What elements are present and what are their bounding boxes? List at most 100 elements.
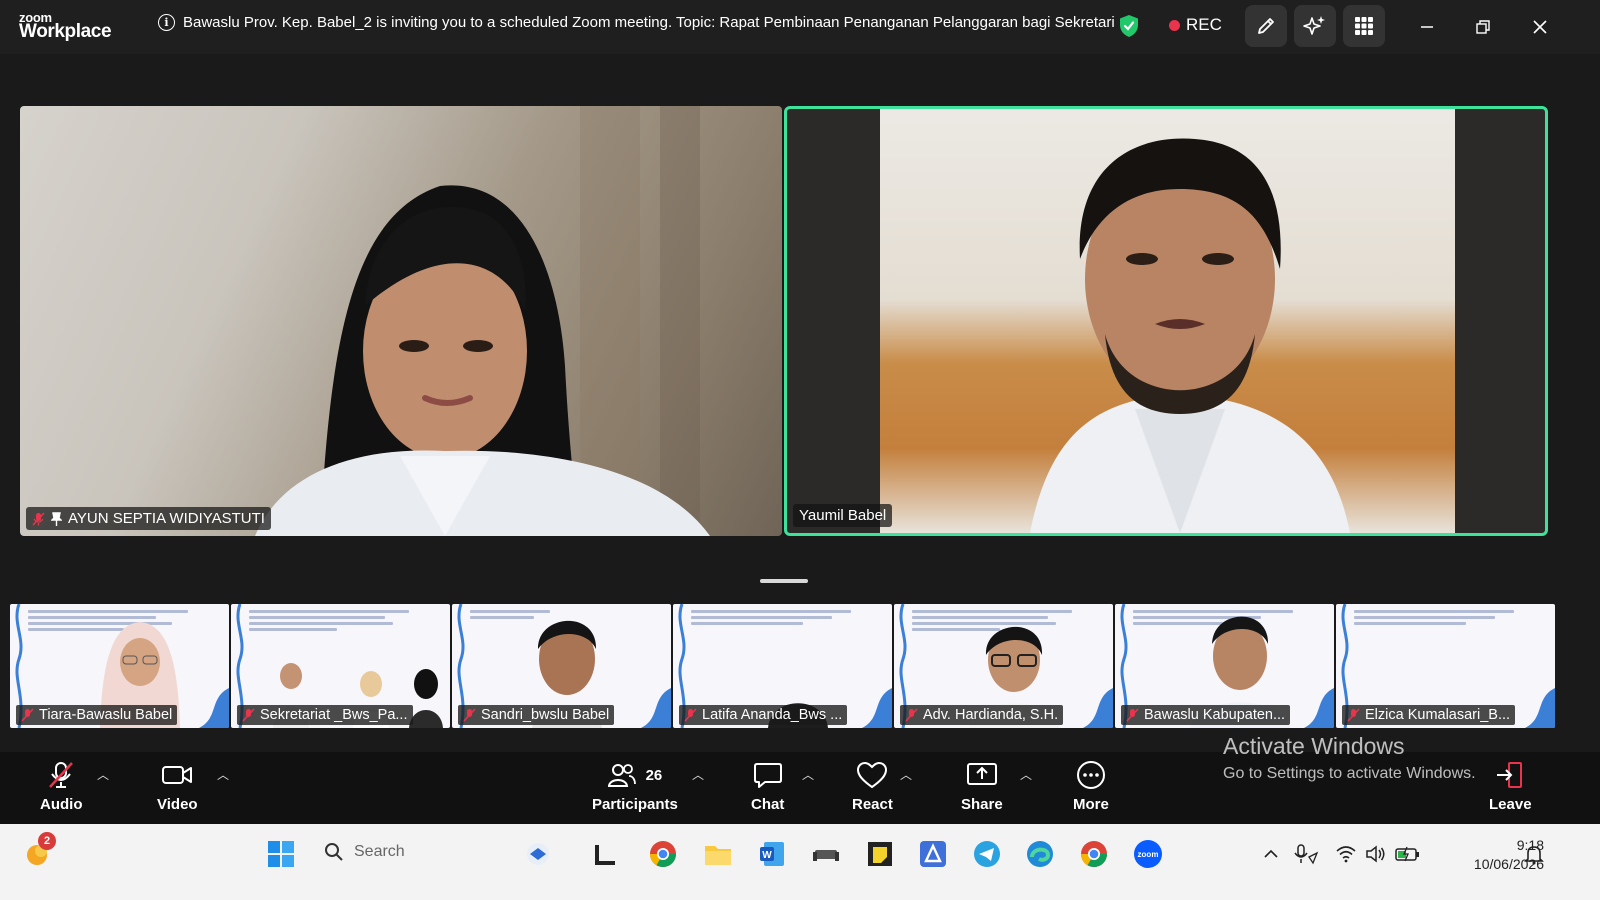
- muted-mic-icon: [905, 708, 918, 722]
- notification-center-button[interactable]: [1518, 838, 1550, 870]
- thumbnail-name: Sandri_bwslu Babel: [481, 707, 610, 723]
- thumbnail-name-tag: Sandri_bwslu Babel: [458, 705, 615, 725]
- taskbar-app-zoom[interactable]: zoom: [1132, 838, 1164, 870]
- video-options-chevron-up-icon[interactable]: ︿: [217, 766, 229, 783]
- telegram-icon: [974, 841, 1000, 867]
- task-view-icon: [595, 845, 615, 865]
- thumbnail-name-tag: Bawaslu Kabupaten...: [1121, 705, 1291, 725]
- sticky-note-icon: [868, 842, 892, 866]
- encryption-shield-icon[interactable]: [1118, 14, 1140, 38]
- taskbar-app-sticky-notes[interactable]: [864, 838, 896, 870]
- watermark-title: Activate Windows: [1223, 733, 1405, 759]
- taskbar-app-editor[interactable]: [917, 838, 949, 870]
- participant-thumbnail[interactable]: Adv. Hardianda, S.H.: [894, 604, 1113, 728]
- participant-thumbnail[interactable]: Sekretariat _Bws_Pa...: [231, 604, 450, 728]
- thumbnail-name-tag: Latifa Ananda_Bws ...: [679, 705, 848, 725]
- recording-indicator[interactable]: REC: [1169, 15, 1222, 35]
- muted-mic-icon: [684, 708, 697, 722]
- mic-in-use-indicator[interactable]: [1290, 838, 1322, 870]
- audio-label: Audio: [40, 796, 83, 813]
- chrome-icon: [1080, 841, 1108, 868]
- more-button[interactable]: More: [1073, 760, 1109, 813]
- slide-wave-decoration: [1304, 688, 1334, 728]
- react-options-chevron-up-icon[interactable]: ︿: [900, 766, 912, 783]
- leave-button[interactable]: Leave: [1489, 760, 1532, 813]
- gallery-resize-handle[interactable]: [760, 579, 808, 583]
- thumbnail-name-tag: Tiara-Bawaslu Babel: [16, 705, 178, 725]
- slide-wave-decoration: [1525, 688, 1555, 728]
- wifi-status[interactable]: [1330, 838, 1362, 870]
- thumbnail-name-tag: Adv. Hardianda, S.H.: [900, 705, 1064, 725]
- thumbnail-name-tag: Sekretariat _Bws_Pa...: [237, 705, 413, 725]
- ai-companion-button[interactable]: [1294, 5, 1336, 47]
- info-icon: i: [158, 14, 175, 31]
- taskbar-app-chrome[interactable]: [647, 838, 679, 870]
- annotate-button[interactable]: [1245, 5, 1287, 47]
- minimize-button[interactable]: [1414, 14, 1440, 40]
- meeting-stage: AYUN SEPTIA WIDIYASTUTI Yaumil Babel Tia…: [0, 54, 1600, 752]
- slide-background: [249, 610, 409, 634]
- video-tile-speaker-2-active[interactable]: Yaumil Babel: [784, 106, 1548, 536]
- microphone-icon: [1294, 844, 1319, 865]
- taskbar-app-file-explorer[interactable]: [702, 838, 734, 870]
- participant-thumbnail[interactable]: Tiara-Bawaslu Babel: [10, 604, 229, 728]
- participant-thumbnail[interactable]: Sandri_bwslu Babel: [452, 604, 671, 728]
- participant-thumbnail[interactable]: Latifa Ananda_Bws ...: [673, 604, 892, 728]
- notification-bell-icon: [1524, 846, 1544, 865]
- close-icon: [1533, 20, 1547, 34]
- speaker-name: AYUN SEPTIA WIDIYASTUTI: [68, 510, 265, 527]
- chat-options-chevron-up-icon[interactable]: ︿: [802, 766, 814, 783]
- video-camera-icon: [162, 766, 193, 784]
- taskbar-app-couch[interactable]: [810, 838, 842, 870]
- logo-big-text: Workplace: [19, 21, 112, 42]
- participants-button[interactable]: 26 Participants: [592, 760, 678, 813]
- restore-button[interactable]: [1470, 14, 1496, 40]
- folder-icon: [705, 846, 731, 865]
- rec-dot-icon: [1169, 19, 1180, 31]
- watermark-subtitle: Go to Settings to activate Windows.: [1223, 765, 1476, 782]
- react-button[interactable]: React: [852, 760, 893, 813]
- react-label: React: [852, 796, 893, 813]
- share-options-chevron-up-icon[interactable]: ︿: [1020, 766, 1032, 783]
- leave-door-icon: [1497, 762, 1523, 788]
- slide-wave-decoration: [1083, 688, 1113, 728]
- slide-background: [691, 610, 851, 628]
- participant-thumbnail[interactable]: Bawaslu Kabupaten...: [1115, 604, 1334, 728]
- apps-button[interactable]: [1343, 5, 1385, 47]
- chat-bubble-icon: [753, 763, 782, 788]
- taskbar-app-chrome-profile[interactable]: [1078, 838, 1110, 870]
- pin-icon: [51, 511, 62, 526]
- taskbar-app-word[interactable]: W: [756, 838, 788, 870]
- taskbar-search[interactable]: Search: [324, 842, 405, 862]
- volume-status[interactable]: [1360, 838, 1392, 870]
- participant-thumbnail-strip: Tiara-Bawaslu Babel Sekretariat _Bws_Pa.…: [10, 604, 1558, 728]
- video-tile-speaker-1[interactable]: AYUN SEPTIA WIDIYASTUTI: [20, 106, 782, 536]
- taskbar-app-file-browser[interactable]: [590, 838, 622, 870]
- participant-thumbnail[interactable]: Elzica Kumalasari_B...: [1336, 604, 1555, 728]
- battery-status[interactable]: [1392, 838, 1424, 870]
- taskbar-app-copilot[interactable]: [522, 838, 554, 870]
- participants-options-chevron-up-icon[interactable]: ︿: [692, 766, 704, 783]
- windows-taskbar: 2 Search W zoom 9:18 10/06/2026: [0, 824, 1600, 900]
- zoom-workplace-logo: zoom Workplace: [19, 11, 112, 42]
- start-button[interactable]: [265, 838, 297, 870]
- taskbar-app-telegram[interactable]: [971, 838, 1003, 870]
- share-button[interactable]: Share: [961, 760, 1003, 813]
- chat-button[interactable]: Chat: [751, 760, 784, 813]
- close-button[interactable]: [1527, 14, 1553, 40]
- slide-wave-decoration: [862, 688, 892, 728]
- slide-wave-decoration: [199, 688, 229, 728]
- chevron-up-icon: [1264, 849, 1278, 858]
- windows-activation-watermark: Activate Windows Go to Settings to activ…: [1223, 733, 1476, 783]
- thumbnail-name: Adv. Hardianda, S.H.: [923, 707, 1059, 723]
- windows-logo-icon: [268, 841, 294, 867]
- thumbnail-name: Tiara-Bawaslu Babel: [39, 707, 173, 723]
- audio-button[interactable]: Audio: [40, 760, 83, 813]
- edge-icon: [1027, 841, 1053, 867]
- video-button[interactable]: Video: [157, 760, 198, 813]
- show-hidden-icons-button[interactable]: [1255, 838, 1287, 870]
- taskbar-app-edge[interactable]: [1024, 838, 1056, 870]
- meeting-info[interactable]: i Bawaslu Prov. Kep. Babel_2 is inviting…: [158, 14, 1115, 31]
- apps-grid-icon: [1355, 17, 1373, 35]
- audio-options-chevron-up-icon[interactable]: ︿: [97, 766, 109, 783]
